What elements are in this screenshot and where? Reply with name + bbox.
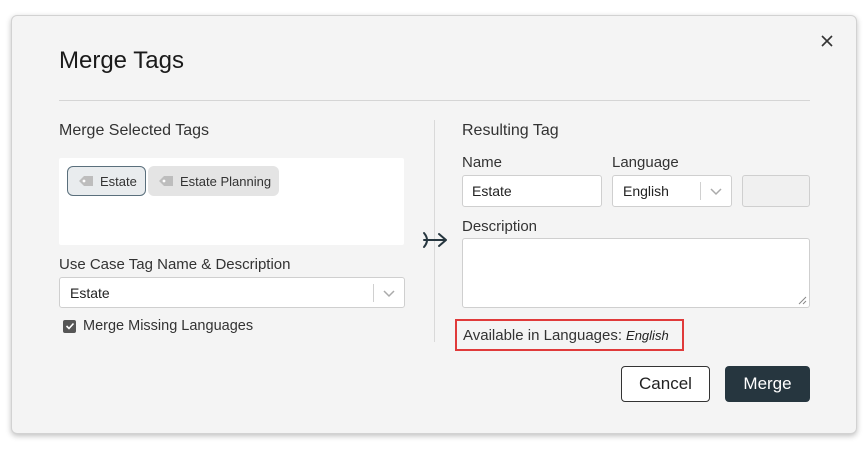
dialog-title: Merge Tags: [59, 47, 184, 74]
chevron-down-icon: [701, 186, 731, 196]
close-icon: [821, 35, 833, 47]
language-label: Language: [612, 154, 679, 171]
close-button[interactable]: [817, 31, 837, 51]
available-languages: Available in Languages: English: [455, 319, 684, 351]
cancel-button[interactable]: Cancel: [621, 366, 710, 402]
resize-handle-icon[interactable]: [798, 296, 807, 305]
language-extra-field[interactable]: [742, 175, 810, 207]
merge-selected-tags-heading: Merge Selected Tags: [59, 122, 210, 139]
merge-missing-languages-label: Merge Missing Languages: [83, 318, 254, 334]
language-select[interactable]: English: [612, 175, 732, 207]
use-case-select[interactable]: Estate: [59, 277, 405, 308]
name-input[interactable]: Estate: [462, 175, 602, 207]
name-label: Name: [462, 154, 503, 171]
merge-missing-languages-row[interactable]: Merge Missing Languages: [63, 318, 253, 334]
merge-tags-dialog: Merge Tags Merge Selected Tags Estate Es…: [11, 15, 857, 434]
tag-chip-label: Estate Planning: [180, 173, 272, 189]
use-case-label: Use Case Tag Name & Description: [59, 256, 291, 273]
merge-button[interactable]: Merge: [725, 366, 810, 402]
chevron-down-icon: [374, 288, 404, 298]
resulting-tag-heading: Resulting Tag: [462, 122, 559, 139]
use-case-select-value: Estate: [70, 284, 110, 301]
description-label: Description: [462, 218, 538, 235]
header-divider: [59, 100, 810, 101]
available-languages-value: English: [626, 327, 669, 343]
merge-arrow-icon: [423, 232, 447, 248]
tag-chip-label: Estate: [100, 173, 137, 189]
tag-icon: [79, 176, 93, 186]
merge-missing-languages-checkbox[interactable]: [63, 319, 76, 333]
tag-chip-estate[interactable]: Estate: [67, 166, 146, 196]
description-textarea[interactable]: [462, 238, 810, 308]
language-select-value: English: [623, 183, 669, 199]
tag-icon: [159, 176, 173, 186]
tag-chip-estate-planning[interactable]: Estate Planning: [148, 166, 280, 196]
available-languages-label: Available in Languages:: [463, 326, 623, 344]
selected-tags-box: Estate Estate Planning: [59, 158, 404, 245]
check-icon: [65, 322, 74, 330]
